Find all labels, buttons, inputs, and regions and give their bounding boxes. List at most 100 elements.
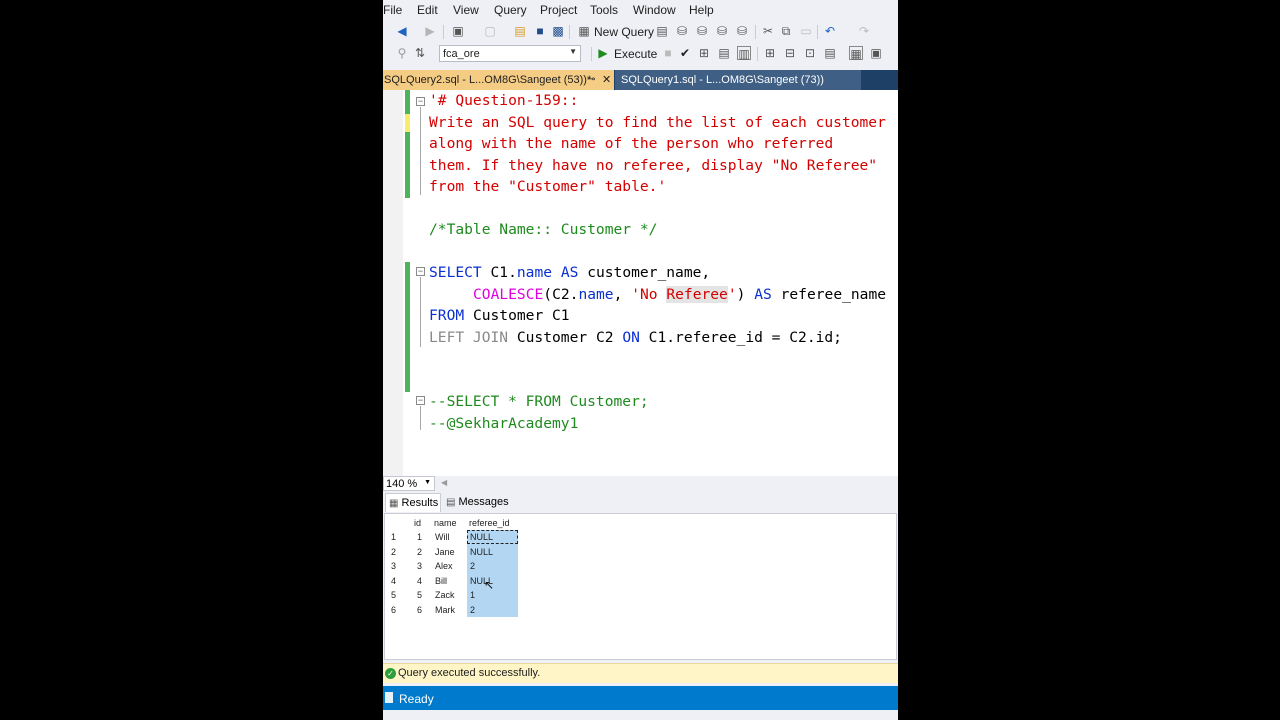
row-number[interactable]: 6 — [391, 603, 396, 617]
results-to-file-icon[interactable]: ▣ — [869, 46, 883, 60]
column-header-id[interactable]: id — [414, 516, 421, 530]
query-options-icon[interactable]: ▤ — [717, 46, 731, 60]
status-text: Ready — [399, 692, 434, 706]
undo-icon[interactable]: ↶ — [823, 24, 837, 38]
menu-help[interactable]: Help — [689, 3, 714, 17]
change-marker — [405, 90, 410, 114]
code-line: along with the name of the person who re… — [429, 135, 834, 152]
collapse-icon[interactable]: − — [416, 396, 425, 405]
query-editor[interactable]: − − − '# Question-159:: Write an SQL que… — [383, 90, 898, 476]
back-icon[interactable]: ◀ — [395, 24, 409, 38]
cell-referee-id[interactable]: 1 — [470, 588, 475, 602]
open-file-icon[interactable]: ▤ — [513, 24, 527, 38]
new-query-icon[interactable]: ▦ — [577, 24, 591, 38]
results-to-text-icon[interactable]: ▤ — [823, 46, 837, 60]
menu-window[interactable]: Window — [633, 3, 676, 17]
add-item-icon[interactable]: ▢ — [483, 24, 497, 38]
cell-name[interactable]: Zack — [435, 588, 455, 602]
collapse-icon[interactable]: − — [416, 97, 425, 106]
save-icon[interactable]: ■ — [533, 24, 547, 38]
cell-referee-id[interactable]: 2 — [470, 559, 475, 573]
close-icon[interactable]: ✕ — [602, 70, 611, 90]
row-number[interactable]: 3 — [391, 559, 396, 573]
code-token: , — [613, 286, 632, 303]
actual-plan-icon[interactable]: ⊞ — [763, 46, 777, 60]
execute-button[interactable]: Execute — [614, 47, 657, 61]
cell-referee-id[interactable]: NULL — [470, 530, 493, 544]
menu-edit[interactable]: Edit — [417, 3, 438, 17]
copy-icon[interactable]: ⧉ — [779, 24, 793, 38]
code-line: COALESCE(C2.name, 'No Referee') AS refer… — [473, 284, 886, 305]
code-line: SELECT C1.name AS customer_name, — [429, 262, 710, 283]
play-icon[interactable]: ▶ — [596, 46, 610, 60]
intellisense-icon[interactable]: ▥ — [737, 46, 751, 61]
save-all-icon[interactable]: ▩ — [551, 24, 565, 38]
column-header-referee-id[interactable]: referee_id — [469, 516, 510, 530]
results-to-grid-icon[interactable]: ▦ — [849, 46, 863, 61]
cell-name[interactable]: Bill — [435, 574, 447, 588]
chevron-down-icon: ▼ — [424, 479, 431, 486]
live-stats-icon[interactable]: ⊟ — [783, 46, 797, 60]
change-marker — [405, 132, 410, 198]
menu-tools[interactable]: Tools — [590, 3, 618, 17]
row-number[interactable]: 4 — [391, 574, 396, 588]
cell-referee-id[interactable]: 2 — [470, 603, 475, 617]
cell-id[interactable]: 2 — [417, 545, 422, 559]
app-status-bar: Ready — [383, 686, 898, 710]
row-number[interactable]: 1 — [391, 530, 396, 544]
xmla-query-icon[interactable]: ⛁ — [715, 24, 729, 38]
tab-messages[interactable]: ▤ Messages — [443, 493, 509, 512]
results-grid[interactable]: id name referee_id 1 1 Will NULL 2 2 Jan… — [384, 513, 897, 660]
new-query-button[interactable]: New Query — [594, 25, 654, 39]
database-select-value: fca_ore — [443, 48, 480, 60]
tab-sqlquery1[interactable]: SQLQuery1.sql - L...OM8G\Sangeet (73)) — [615, 70, 861, 90]
cell-name[interactable]: Mark — [435, 603, 455, 617]
code-line: /*Table Name:: Customer */ — [429, 221, 658, 238]
zoom-select[interactable]: 140 % ▼ — [383, 476, 435, 491]
cell-id[interactable]: 3 — [417, 559, 422, 573]
database-select[interactable]: fca_ore ▼ — [439, 45, 581, 62]
cell-name[interactable]: Jane — [435, 545, 455, 559]
estimated-plan-icon[interactable]: ⊞ — [697, 46, 711, 60]
client-stats-icon[interactable]: ⊡ — [803, 46, 817, 60]
row-number[interactable]: 5 — [391, 588, 396, 602]
toolbar-divider — [755, 25, 756, 39]
menu-project[interactable]: Project — [540, 3, 577, 17]
pin-icon[interactable]: ⊸ — [587, 70, 595, 90]
dmx-query-icon[interactable]: ⛁ — [695, 24, 709, 38]
parse-icon[interactable]: ✔ — [678, 46, 692, 60]
collapse-icon[interactable]: − — [416, 267, 425, 276]
column-header-name[interactable]: name — [434, 516, 457, 530]
cut-icon[interactable]: ✂ — [761, 24, 775, 38]
cell-name[interactable]: Will — [435, 530, 450, 544]
menu-query[interactable]: Query — [494, 3, 527, 17]
cell-id[interactable]: 5 — [417, 588, 422, 602]
code-line: --SELECT * FROM Customer; — [429, 393, 649, 410]
change-marker — [405, 114, 410, 132]
row-number[interactable]: 2 — [391, 545, 396, 559]
redo-icon[interactable]: ↷ — [857, 24, 871, 38]
mdx-query-icon[interactable]: ⛁ — [675, 24, 689, 38]
tab-results[interactable]: ▦ Results — [385, 493, 441, 512]
scroll-left-icon[interactable]: ◀ — [441, 478, 447, 487]
cell-id[interactable]: 6 — [417, 603, 422, 617]
cell-id[interactable]: 1 — [417, 530, 422, 544]
column-token: name — [516, 264, 553, 281]
code-line: Write an SQL query to find the list of e… — [429, 114, 886, 131]
cell-name[interactable]: Alex — [435, 559, 453, 573]
tab-sqlquery2[interactable]: SQLQuery2.sql - L...OM8G\Sangeet (53))* … — [383, 70, 614, 90]
stop-icon[interactable]: ■ — [661, 46, 675, 60]
dax-query-icon[interactable]: ⛁ — [735, 24, 749, 38]
forward-icon[interactable]: ▶ — [423, 24, 437, 38]
change-connection-icon[interactable]: ⇅ — [413, 46, 427, 60]
connect-icon[interactable]: ⚲ — [395, 46, 409, 60]
cell-referee-id[interactable]: NULL — [470, 545, 493, 559]
db-query-icon[interactable]: ▤ — [655, 24, 669, 38]
menu-file[interactable]: File — [383, 3, 402, 17]
cell-id[interactable]: 4 — [417, 574, 422, 588]
ssms-window: File Edit View Query Project Tools Windo… — [383, 0, 898, 720]
menu-view[interactable]: View — [453, 3, 479, 17]
fold-guide — [420, 406, 421, 430]
paste-icon[interactable]: ▭ — [799, 24, 813, 38]
new-project-icon[interactable]: ▣ — [451, 24, 465, 38]
